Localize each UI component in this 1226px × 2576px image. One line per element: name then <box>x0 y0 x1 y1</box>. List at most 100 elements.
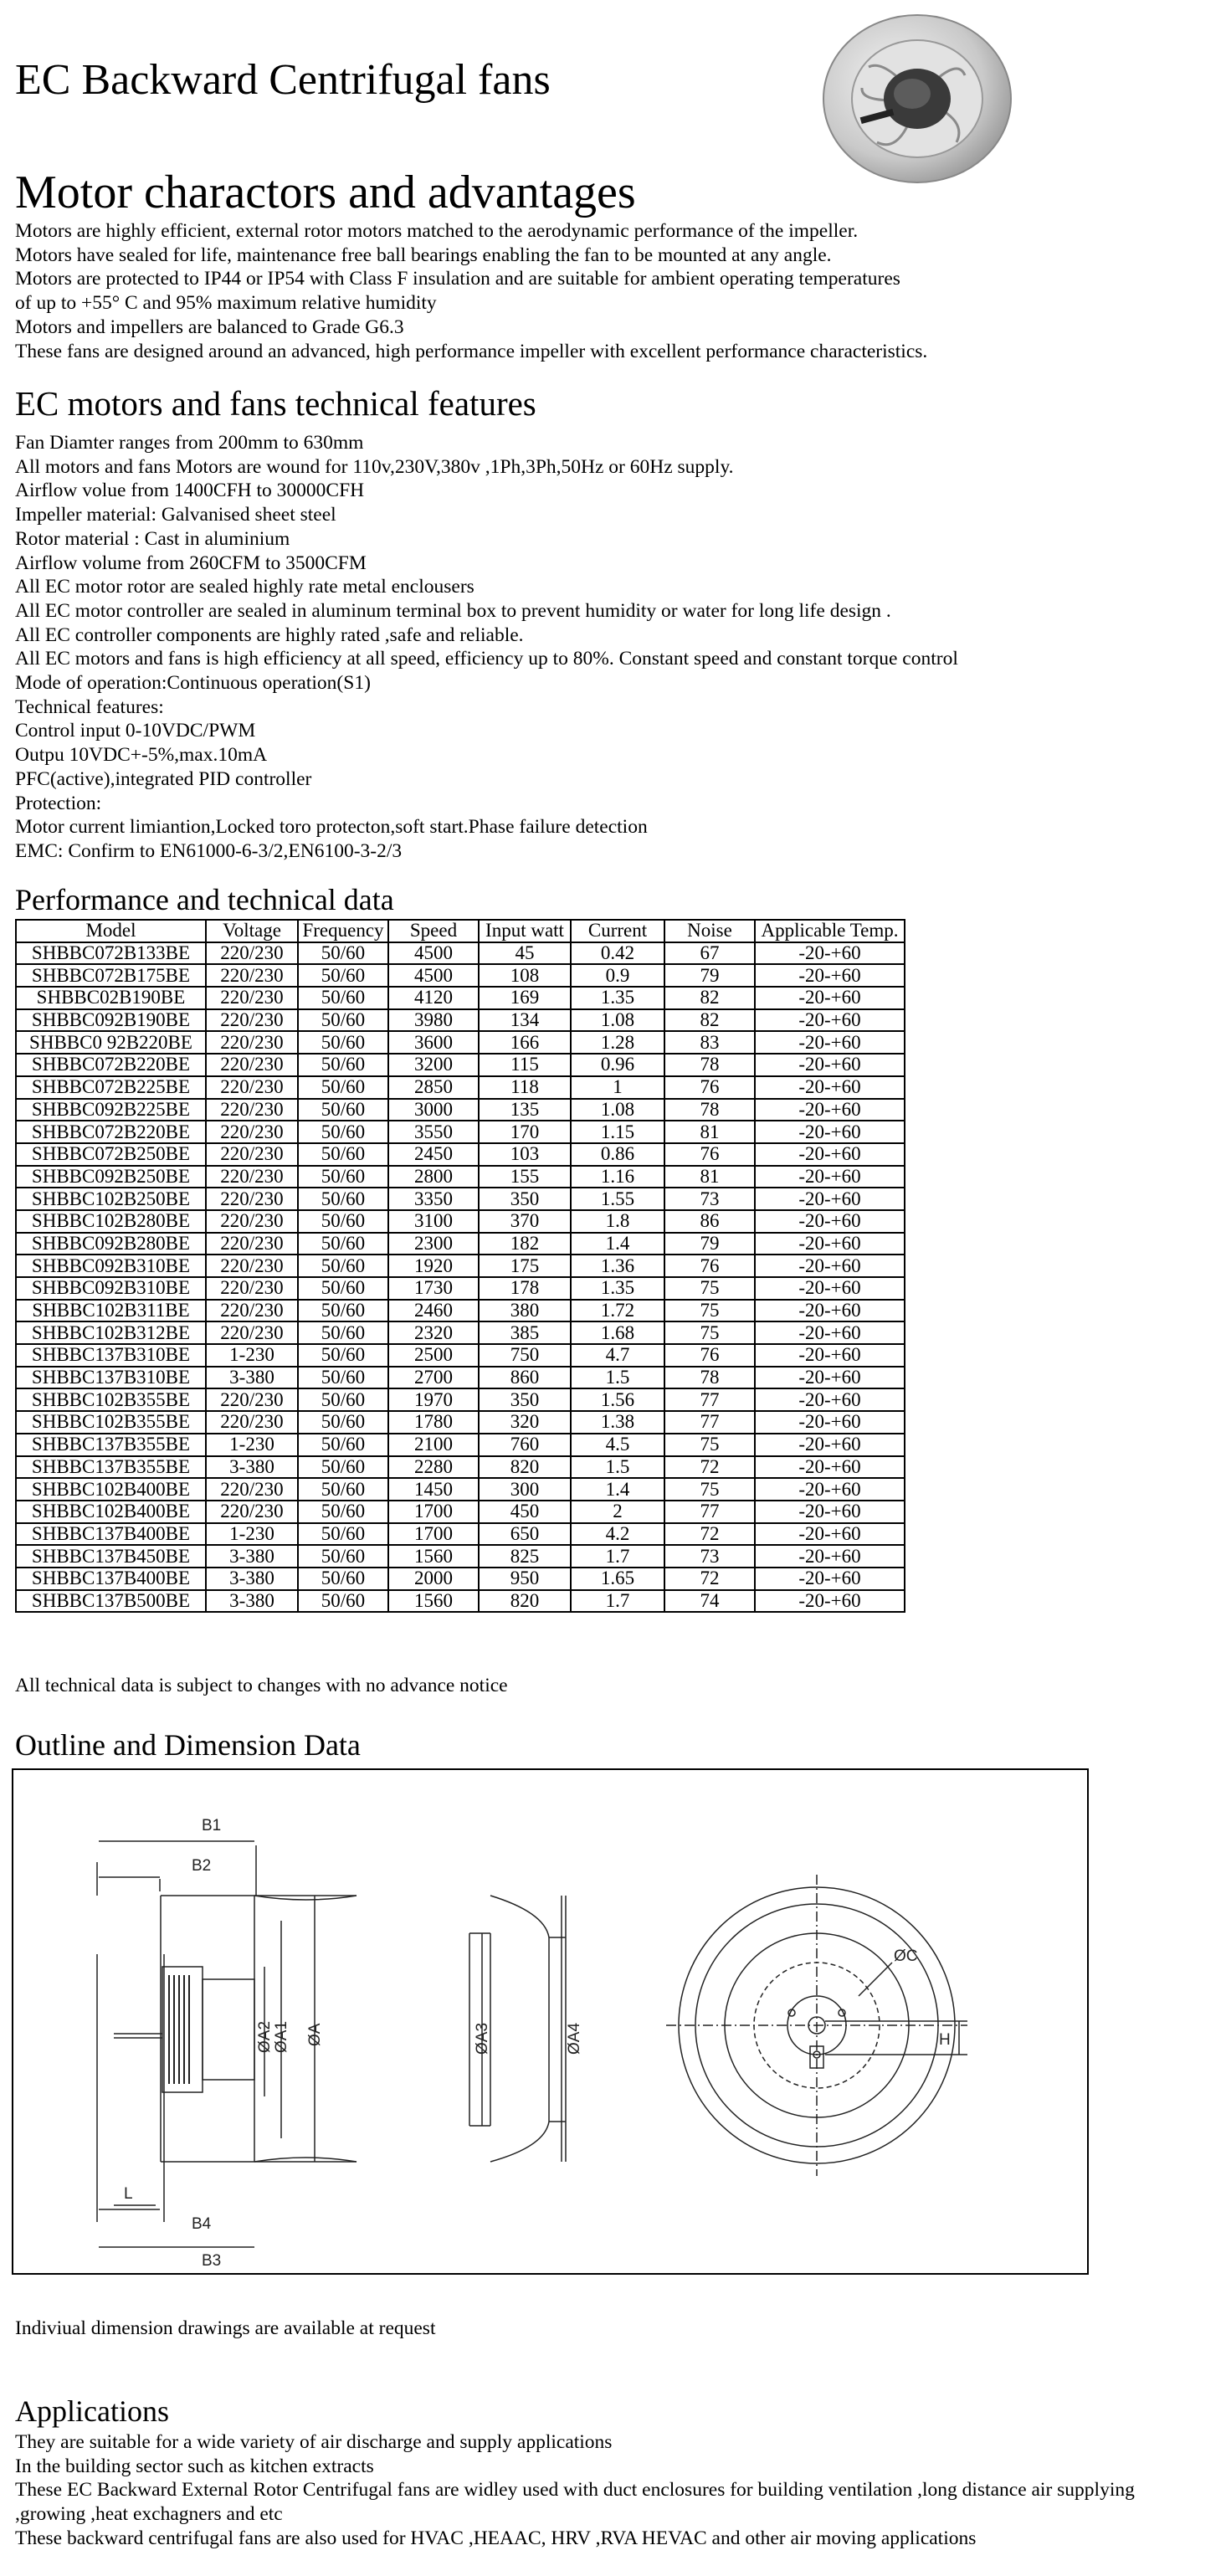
table-row: SHBBC102B280BE 220/230 50/60 3100 370 1.8 86 -2… <box>15 1208 905 1234</box>
svg-text:B2: B2 <box>192 1857 211 1875</box>
table-cell: 0.42 <box>570 941 665 966</box>
table-cell: -20-+60 <box>754 1008 905 1033</box>
text-line: Fan Diamter ranges from 200mm to 630mm <box>15 432 364 454</box>
table-cell: SHBBC092B310BE <box>15 1276 207 1301</box>
table-cell: 50/60 <box>297 1566 389 1591</box>
table-cell: 2850 <box>387 1075 480 1100</box>
table-cell: 170 <box>478 1120 572 1144</box>
table-cell: 50/60 <box>297 1187 389 1211</box>
performance-heading: Performance and technical data <box>15 883 394 916</box>
table-cell: -20-+60 <box>754 1276 905 1301</box>
svg-text:ØA3: ØA3 <box>474 2023 491 2055</box>
table-cell: 75 <box>664 1276 756 1301</box>
table-cell: 73 <box>664 1187 756 1211</box>
table-cell: 50/60 <box>297 1343 389 1368</box>
table-cell: -20-+60 <box>754 1164 905 1189</box>
table-row: SHBBC092B190BE 220/230 50/60 3980 134 1.08 82-… <box>15 1008 905 1033</box>
table-cell: 81 <box>664 1120 756 1144</box>
text-line: All EC motor rotor are sealed highly rat… <box>15 576 474 598</box>
table-cell: 1970 <box>387 1388 480 1413</box>
table-cell: -20-+60 <box>754 1365 905 1390</box>
table-cell: SHBBC137B400BE <box>15 1566 207 1591</box>
table-cell: 825 <box>478 1544 572 1568</box>
table-cell: SHBBC102B355BE <box>15 1388 207 1413</box>
table-cell: SHBBC102B312BE <box>15 1321 207 1346</box>
table-row: SHBBC137B500BE 3-380 50/60 1560 820 1.7 74 -20-… <box>15 1588 905 1614</box>
table-cell: -20-+60 <box>754 1053 905 1077</box>
table-cell: SHBBC072B133BE <box>15 941 207 966</box>
table-cell: 820 <box>478 1588 572 1614</box>
table-cell: 50/60 <box>297 963 389 988</box>
table-cell: 115 <box>478 1053 572 1077</box>
table-cell: 79 <box>664 963 756 988</box>
table-cell: 81 <box>664 1164 756 1189</box>
text-line: These fans are designed around an advanc… <box>15 340 928 362</box>
table-cell: 86 <box>664 1208 756 1234</box>
table-cell: 2 <box>570 1499 665 1524</box>
table-row: SHBBC102B312BE 220/230 50/60 2320 385 1.68 75-… <box>15 1321 905 1346</box>
table-cell: 83 <box>664 1030 756 1055</box>
side-view-drawing: B1 B2 B3 B4 L ØA2 ØA1 ØA <box>96 1817 357 2270</box>
table-cell: 860 <box>478 1365 572 1390</box>
table-cell: SHBBC137B355BE <box>15 1455 207 1480</box>
table-cell: 4.7 <box>570 1343 665 1368</box>
table-cell: 220/230 <box>205 1120 299 1144</box>
table-cell: 1.35 <box>570 986 665 1010</box>
table-cell: 4.2 <box>570 1521 665 1547</box>
outline-heading: Outline and Dimension Data <box>15 1728 361 1762</box>
table-cell: 2100 <box>387 1432 480 1457</box>
table-cell: 3-380 <box>205 1544 299 1568</box>
table-cell: 76 <box>664 1142 756 1167</box>
table-cell: -20-+60 <box>754 1254 905 1278</box>
table-cell: 300 <box>478 1477 572 1501</box>
table-cell: 1-230 <box>205 1343 299 1368</box>
table-cell: -20-+60 <box>754 1343 905 1368</box>
table-cell: 50/60 <box>297 1321 389 1346</box>
text-line: Control input 0-10VDC/PWM <box>15 720 256 742</box>
table-cell: 3550 <box>387 1120 480 1144</box>
svg-text:B1: B1 <box>202 1817 221 1835</box>
svg-text:ØA2: ØA2 <box>256 2021 274 2053</box>
table-cell: -20-+60 <box>754 1544 905 1568</box>
table-cell: SHBBC102B280BE <box>15 1208 207 1234</box>
table-cell: 2700 <box>387 1365 480 1390</box>
table-cell: 74 <box>664 1588 756 1614</box>
column-header: Current <box>570 919 665 943</box>
table-cell: SHBBC092B280BE <box>15 1231 207 1256</box>
table-row: SHBBC137B355BE 1-230 50/60 2100 760 4.5 75 -20-… <box>15 1432 905 1457</box>
table-cell: 220/230 <box>205 1053 299 1077</box>
text-line: EMC: Confirm to EN61000-6-3/2,EN6100-3-2… <box>15 839 403 862</box>
dimension-drawing: B1 B2 B3 B4 L ØA2 ØA1 ØA ØA3 ØA4 ØC H <box>96 1817 967 2270</box>
table-cell: -20-+60 <box>754 1477 905 1501</box>
column-header: Speed <box>387 919 480 943</box>
table-cell: SHBBC092B225BE <box>15 1097 207 1122</box>
text-line: Motors are protected to IP44 or IP54 wit… <box>15 268 900 290</box>
text-line: All EC motor controller are sealed in al… <box>15 599 891 622</box>
table-cell: 1.72 <box>570 1298 665 1323</box>
table-cell: 2000 <box>387 1566 480 1591</box>
table-cell: 220/230 <box>205 1254 299 1278</box>
svg-text:ØA: ØA <box>306 2023 324 2046</box>
table-cell: SHBBC137B450BE <box>15 1544 207 1568</box>
svg-text:L: L <box>124 2185 133 2203</box>
table-cell: 75 <box>664 1298 756 1323</box>
table-cell: -20-+60 <box>754 1231 905 1256</box>
table-cell: SHBBC02B190BE <box>15 986 207 1010</box>
table-cell: 50/60 <box>297 1298 389 1323</box>
front-view-drawing: ØC H <box>666 1875 967 2176</box>
table-cell: 50/60 <box>297 1097 389 1122</box>
table-cell: 380 <box>478 1298 572 1323</box>
table-row: SHBBC137B400BE 3-380 50/60 2000 950 1.65 72 -20… <box>15 1566 905 1591</box>
table-row: SHBBC102B400BE 220/230 50/60 1450 300 1.4 75 -2… <box>15 1477 905 1501</box>
table-cell: 50/60 <box>297 1588 389 1614</box>
table-cell: 220/230 <box>205 1164 299 1189</box>
table-cell: -20-+60 <box>754 1455 905 1480</box>
table-cell: 75 <box>664 1432 756 1457</box>
table-row: SHBBC072B220BE 220/230 50/60 3200 115 0.96 78-… <box>15 1053 905 1077</box>
table-cell: 220/230 <box>205 1187 299 1211</box>
table-cell: 1.8 <box>570 1208 665 1234</box>
table-cell: 135 <box>478 1097 572 1122</box>
table-cell: -20-+60 <box>754 1566 905 1591</box>
table-cell: SHBBC102B311BE <box>15 1298 207 1323</box>
table-cell: 220/230 <box>205 1499 299 1524</box>
